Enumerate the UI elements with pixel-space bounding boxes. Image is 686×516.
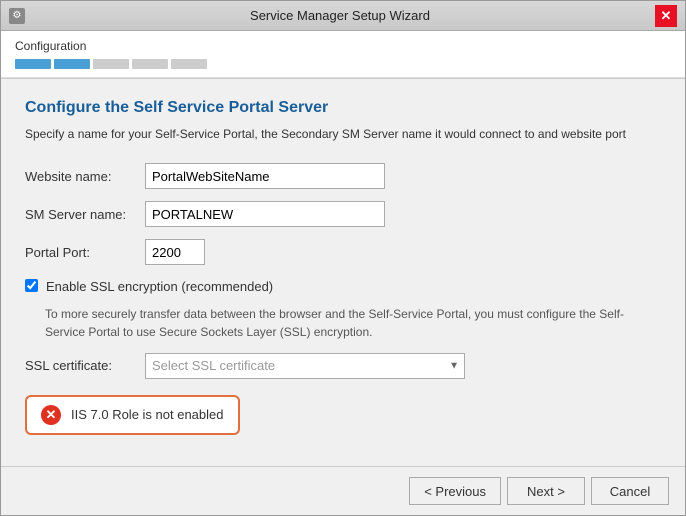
breadcrumb-bar: Configuration: [1, 31, 685, 78]
title-bar: ⚙ Service Manager Setup Wizard ✕: [1, 1, 685, 31]
ssl-cert-label: SSL certificate:: [25, 358, 145, 373]
error-text: IIS 7.0 Role is not enabled: [71, 407, 224, 422]
close-button[interactable]: ✕: [655, 5, 677, 27]
sm-server-label: SM Server name:: [25, 207, 145, 222]
content-area: Configure the Self Service Portal Server…: [1, 79, 685, 466]
step-5: [171, 59, 207, 69]
ssl-cert-select[interactable]: Select SSL certificate: [145, 353, 465, 379]
next-button[interactable]: Next >: [507, 477, 585, 505]
cancel-button[interactable]: Cancel: [591, 477, 669, 505]
window-title: Service Manager Setup Wizard: [25, 8, 655, 23]
footer: < Previous Next > Cancel: [1, 466, 685, 515]
error-icon: ✕: [41, 405, 61, 425]
previous-button[interactable]: < Previous: [409, 477, 501, 505]
window-icon: ⚙: [9, 8, 25, 24]
step-4: [132, 59, 168, 69]
section-title: Configure the Self Service Portal Server: [25, 99, 661, 117]
website-name-label: Website name:: [25, 169, 145, 184]
ssl-subtext: To more securely transfer data between t…: [45, 305, 661, 341]
ssl-checkbox-row: Enable SSL encryption (recommended): [25, 277, 661, 297]
portal-port-input[interactable]: [145, 239, 205, 265]
website-name-input[interactable]: [145, 163, 385, 189]
error-badge: ✕ IIS 7.0 Role is not enabled: [25, 395, 240, 435]
progress-steps: [15, 59, 671, 69]
wizard-window: ⚙ Service Manager Setup Wizard ✕ Configu…: [0, 0, 686, 516]
section-description: Specify a name for your Self-Service Por…: [25, 125, 661, 143]
sm-server-row: SM Server name:: [25, 201, 661, 227]
ssl-checkbox[interactable]: [25, 279, 38, 292]
step-1: [15, 59, 51, 69]
step-3: [93, 59, 129, 69]
ssl-cert-row: SSL certificate: Select SSL certificate: [25, 353, 661, 379]
ssl-checkbox-label: Enable SSL encryption (recommended): [46, 277, 273, 297]
portal-port-label: Portal Port:: [25, 245, 145, 260]
website-name-row: Website name:: [25, 163, 661, 189]
step-2: [54, 59, 90, 69]
portal-port-row: Portal Port:: [25, 239, 661, 265]
breadcrumb-label: Configuration: [15, 39, 671, 53]
sm-server-input[interactable]: [145, 201, 385, 227]
ssl-select-wrapper: Select SSL certificate: [145, 353, 465, 379]
